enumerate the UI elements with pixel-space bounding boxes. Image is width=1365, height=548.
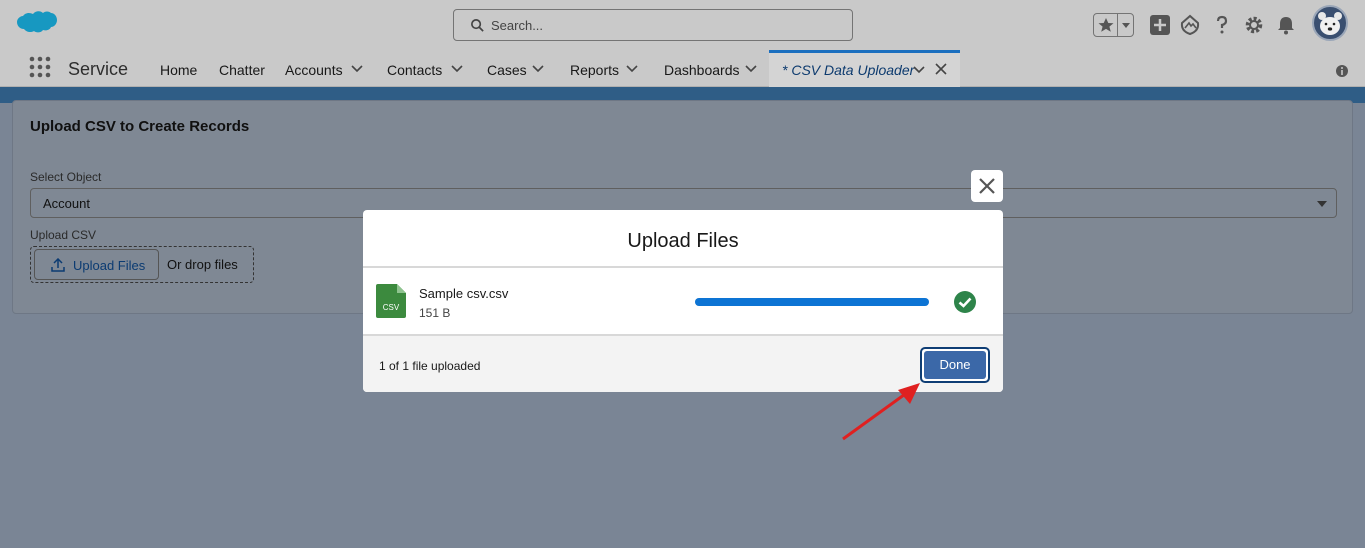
chevron-down-icon <box>1317 201 1327 207</box>
bear-avatar-icon <box>1318 12 1342 35</box>
upload-progress-bar <box>695 298 929 306</box>
global-header: Search... <box>0 0 1365 50</box>
chevron-down-icon[interactable] <box>913 65 925 75</box>
file-name: Sample csv.csv <box>419 286 509 301</box>
search-icon <box>471 19 484 32</box>
app-launcher-icon[interactable] <box>29 56 51 78</box>
favorites-button[interactable] <box>1093 13 1134 37</box>
select-object-label: Select Object <box>30 170 102 184</box>
uploaded-file-row: CSV Sample csv.csv 151 B <box>363 270 1003 334</box>
navigation-bar: Service Home Chatter Accounts Contacts C… <box>0 50 1365 87</box>
close-tab-icon[interactable] <box>935 63 947 75</box>
upload-csv-label: Upload CSV <box>30 228 97 242</box>
card-title: Upload CSV to Create Records <box>30 118 250 135</box>
divider <box>1117 14 1118 36</box>
nav-item-home[interactable]: Home <box>160 62 197 78</box>
success-check-icon <box>954 291 976 313</box>
file-size: 151 B <box>419 306 451 320</box>
select-object-value: Account <box>43 196 90 211</box>
info-icon[interactable] <box>1335 64 1349 78</box>
nav-item-chatter[interactable]: Chatter <box>219 62 265 78</box>
upload-status-text: 1 of 1 file uploaded <box>379 359 481 373</box>
chevron-down-icon[interactable] <box>745 64 757 74</box>
chevron-down-icon[interactable] <box>451 64 463 74</box>
annotation-arrow <box>842 383 920 441</box>
notifications-bell-icon[interactable] <box>1275 14 1297 36</box>
close-icon <box>979 178 995 194</box>
nav-item-dashboards[interactable]: Dashboards <box>664 62 740 78</box>
upload-icon <box>51 258 65 272</box>
drop-files-text: Or drop files <box>167 257 238 272</box>
chevron-down-icon[interactable] <box>532 64 544 74</box>
upload-files-label: Upload Files <box>73 258 146 273</box>
global-search[interactable]: Search... <box>453 9 853 41</box>
upload-progress-fill <box>695 298 929 306</box>
modal-title: Upload Files <box>627 230 739 252</box>
chevron-down-icon[interactable] <box>1120 16 1132 34</box>
help-icon[interactable] <box>1211 14 1233 36</box>
file-type-label: CSV <box>383 303 400 312</box>
file-dropzone[interactable]: Upload Files Or drop files <box>30 246 254 283</box>
app-name: Service <box>68 59 129 79</box>
nav-item-accounts[interactable]: Accounts <box>285 62 343 78</box>
user-avatar[interactable] <box>1312 5 1348 41</box>
settings-gear-icon[interactable] <box>1243 14 1265 36</box>
modal-close-button[interactable] <box>971 170 1003 202</box>
global-actions-icon[interactable] <box>1149 14 1171 36</box>
csv-file-icon: CSV <box>376 284 406 318</box>
upload-files-modal: Upload Files CSV Sample csv.csv 151 B 1 … <box>363 210 1003 392</box>
star-icon <box>1098 18 1114 32</box>
done-button[interactable]: Done <box>920 347 990 383</box>
nav-item-reports[interactable]: Reports <box>570 62 619 78</box>
chevron-down-icon[interactable] <box>626 64 638 74</box>
nav-item-contacts[interactable]: Contacts <box>387 62 442 78</box>
search-placeholder: Search... <box>491 18 544 33</box>
done-button-label: Done <box>924 351 986 379</box>
chevron-down-icon[interactable] <box>351 64 363 74</box>
upload-files-button[interactable]: Upload Files <box>34 249 159 280</box>
modal-header: Upload Files <box>363 210 1003 268</box>
tab-csv-data-uploader[interactable]: * CSV Data Uploader <box>769 50 960 87</box>
nav-item-cases[interactable]: Cases <box>487 62 527 78</box>
salesforce-logo[interactable] <box>16 10 58 40</box>
tab-label: * CSV Data Uploader <box>782 62 915 78</box>
trailhead-icon[interactable] <box>1179 14 1201 36</box>
